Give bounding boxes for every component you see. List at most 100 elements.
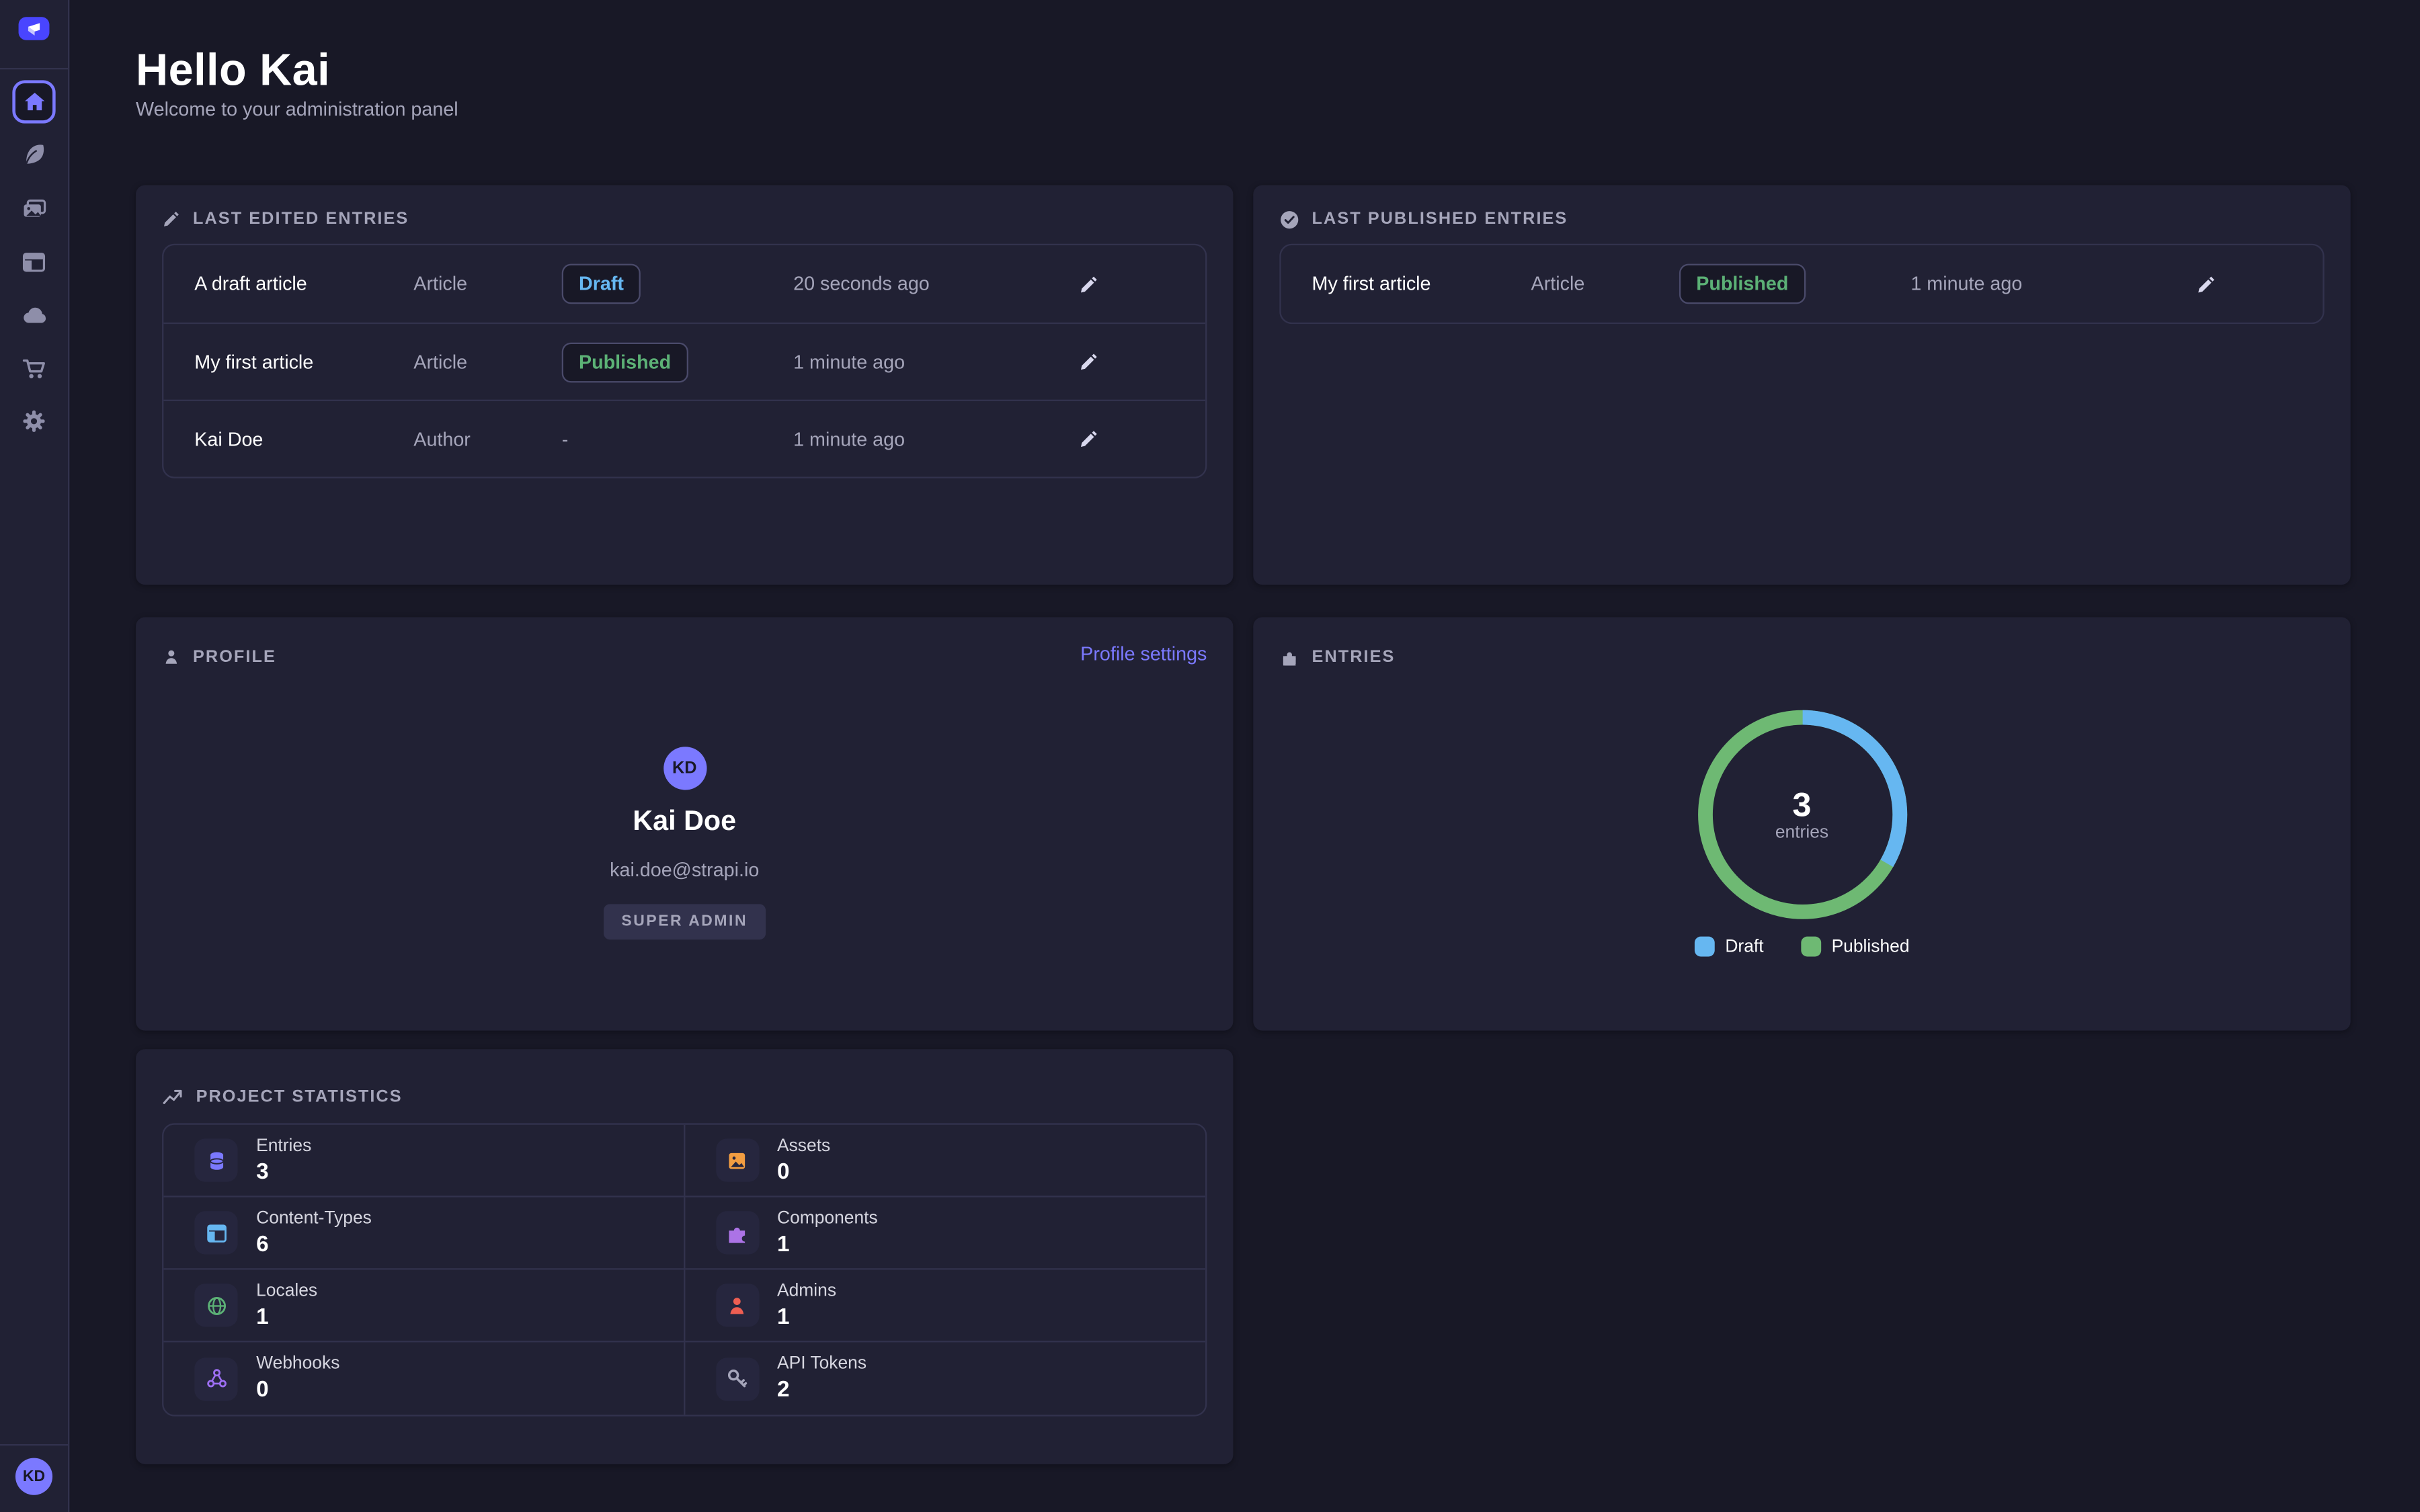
person-icon <box>162 648 181 667</box>
card-title: ENTRIES <box>1312 648 1396 667</box>
stat-label: Admins <box>777 1282 836 1300</box>
marketplace-cart-icon <box>22 356 46 381</box>
edit-entry-button[interactable] <box>1076 349 1102 375</box>
page-title: Hello Kai <box>136 46 330 97</box>
card-title: LAST PUBLISHED ENTRIES <box>1312 210 1568 228</box>
stat-cell-locales: Locales 1 <box>163 1270 684 1343</box>
legend-item-published: Published <box>1801 937 1910 957</box>
sidebar-divider-top <box>0 68 68 69</box>
stat-cell-webhooks: Webhooks 0 <box>163 1342 684 1415</box>
admins-person-icon <box>715 1284 758 1327</box>
entries-icon <box>194 1138 237 1181</box>
entries-donut-chart: 3 entries <box>1694 707 1910 923</box>
home-icon <box>22 90 45 113</box>
legend-item-draft: Draft <box>1694 937 1763 957</box>
stat-label: Entries <box>256 1136 311 1155</box>
sidebar-item-home[interactable] <box>12 80 55 123</box>
pencil-icon <box>1079 274 1099 294</box>
last-edited-entries-card: LAST EDITED ENTRIES A draft article Arti… <box>136 185 1233 585</box>
entry-type: Article <box>413 273 561 294</box>
stat-value: 1 <box>777 1304 836 1329</box>
page-subtitle: Welcome to your administration panel <box>136 99 458 120</box>
edit-entry-button[interactable] <box>1076 271 1102 297</box>
entry-time: 1 minute ago <box>1910 273 2193 294</box>
card-header: LAST PUBLISHED ENTRIES <box>1279 205 1568 233</box>
entry-name: My first article <box>194 351 413 372</box>
strapi-admin-dashboard: KD Hello Kai Welcome to your administrat… <box>0 0 2420 1512</box>
sidebar: KD <box>0 0 69 1512</box>
stat-value: 2 <box>777 1378 866 1402</box>
stat-value: 1 <box>777 1232 878 1257</box>
status-badge: Draft <box>562 264 641 304</box>
table-row: My first article Article Published 1 min… <box>163 323 1205 400</box>
puzzle-icon <box>1279 647 1299 667</box>
stat-cell-components: Components 1 <box>684 1198 1205 1270</box>
table-row: A draft article Article Draft 20 seconds… <box>163 245 1205 323</box>
legend-label: Published <box>1832 937 1910 956</box>
stat-label: Assets <box>777 1136 830 1155</box>
locales-globe-icon <box>194 1284 237 1327</box>
sidebar-user-avatar[interactable]: KD <box>15 1458 52 1495</box>
stat-cell-content-types: Content-Types 6 <box>163 1198 684 1270</box>
stat-value: 6 <box>256 1232 372 1257</box>
content-manager-icon <box>22 142 46 167</box>
profile-initials: KD <box>672 759 696 778</box>
card-title: PROJECT STATISTICS <box>196 1088 403 1107</box>
stat-cell-api-tokens: API Tokens 2 <box>684 1342 1205 1415</box>
stat-label: API Tokens <box>777 1355 866 1374</box>
entries-total: 3 <box>1792 787 1811 825</box>
pencil-icon <box>1079 429 1099 449</box>
stat-cell-entries: Entries 3 <box>163 1125 684 1198</box>
sidebar-item-content-type-builder[interactable] <box>12 241 55 284</box>
card-title: LAST EDITED ENTRIES <box>193 210 409 228</box>
legend-swatch-published <box>1801 937 1821 957</box>
stat-cell-assets: Assets 0 <box>684 1125 1205 1198</box>
stat-label: Webhooks <box>256 1355 339 1374</box>
sidebar-item-media-library[interactable] <box>12 187 55 230</box>
card-header: PROJECT STATISTICS <box>162 1083 403 1111</box>
entry-type: Author <box>413 428 561 450</box>
stats-table: Entries 3 Assets 0 Content-Types 6 <box>162 1123 1207 1416</box>
card-header: PROFILE <box>162 643 276 671</box>
pencil-icon <box>1079 351 1099 372</box>
api-tokens-key-icon <box>715 1357 758 1400</box>
profile-email: kai.doe@strapi.io <box>136 859 1233 881</box>
settings-gear-icon <box>22 409 46 433</box>
assets-icon <box>715 1138 758 1181</box>
status-empty: - <box>562 428 569 450</box>
edit-entry-button[interactable] <box>2193 271 2220 297</box>
sidebar-item-deploy[interactable] <box>12 293 55 336</box>
sidebar-item-settings[interactable] <box>12 400 55 443</box>
components-icon <box>715 1211 758 1254</box>
entry-type: Article <box>1531 273 1679 294</box>
strapi-logo[interactable] <box>19 17 50 40</box>
legend-swatch-draft <box>1694 937 1714 957</box>
donut-center: 3 entries <box>1694 707 1910 923</box>
sidebar-item-marketplace[interactable] <box>12 347 55 390</box>
stat-value: 0 <box>256 1378 339 1402</box>
pencil-icon <box>162 210 181 228</box>
card-header: ENTRIES <box>1279 643 1395 671</box>
sidebar-item-content-manager[interactable] <box>12 132 55 175</box>
stat-label: Content-Types <box>256 1209 372 1228</box>
profile-settings-link[interactable]: Profile settings <box>1080 643 1207 665</box>
entry-time: 1 minute ago <box>793 428 1076 450</box>
table-row: Kai Doe Author - 1 minute ago <box>163 400 1205 477</box>
project-statistics-card: PROJECT STATISTICS Entries 3 Assets 0 <box>136 1049 1233 1464</box>
content-type-builder-icon <box>22 250 46 275</box>
check-circle-icon <box>1279 209 1299 229</box>
entry-name: Kai Doe <box>194 428 413 450</box>
entry-time: 20 seconds ago <box>793 273 1076 294</box>
stat-value: 3 <box>256 1159 311 1184</box>
status-badge: Published <box>562 342 688 382</box>
chart-legend: Draft Published <box>1253 937 2350 957</box>
last-edited-table: A draft article Article Draft 20 seconds… <box>162 244 1207 478</box>
sidebar-divider-bottom <box>0 1444 68 1445</box>
entries-total-label: entries <box>1775 824 1828 843</box>
profile-avatar: KD <box>663 747 706 790</box>
stat-value: 0 <box>777 1159 830 1184</box>
last-published-entries-card: LAST PUBLISHED ENTRIES My first article … <box>1253 185 2350 585</box>
stat-label: Components <box>777 1209 878 1228</box>
last-published-table: My first article Article Published 1 min… <box>1279 244 2324 324</box>
edit-entry-button[interactable] <box>1076 426 1102 452</box>
